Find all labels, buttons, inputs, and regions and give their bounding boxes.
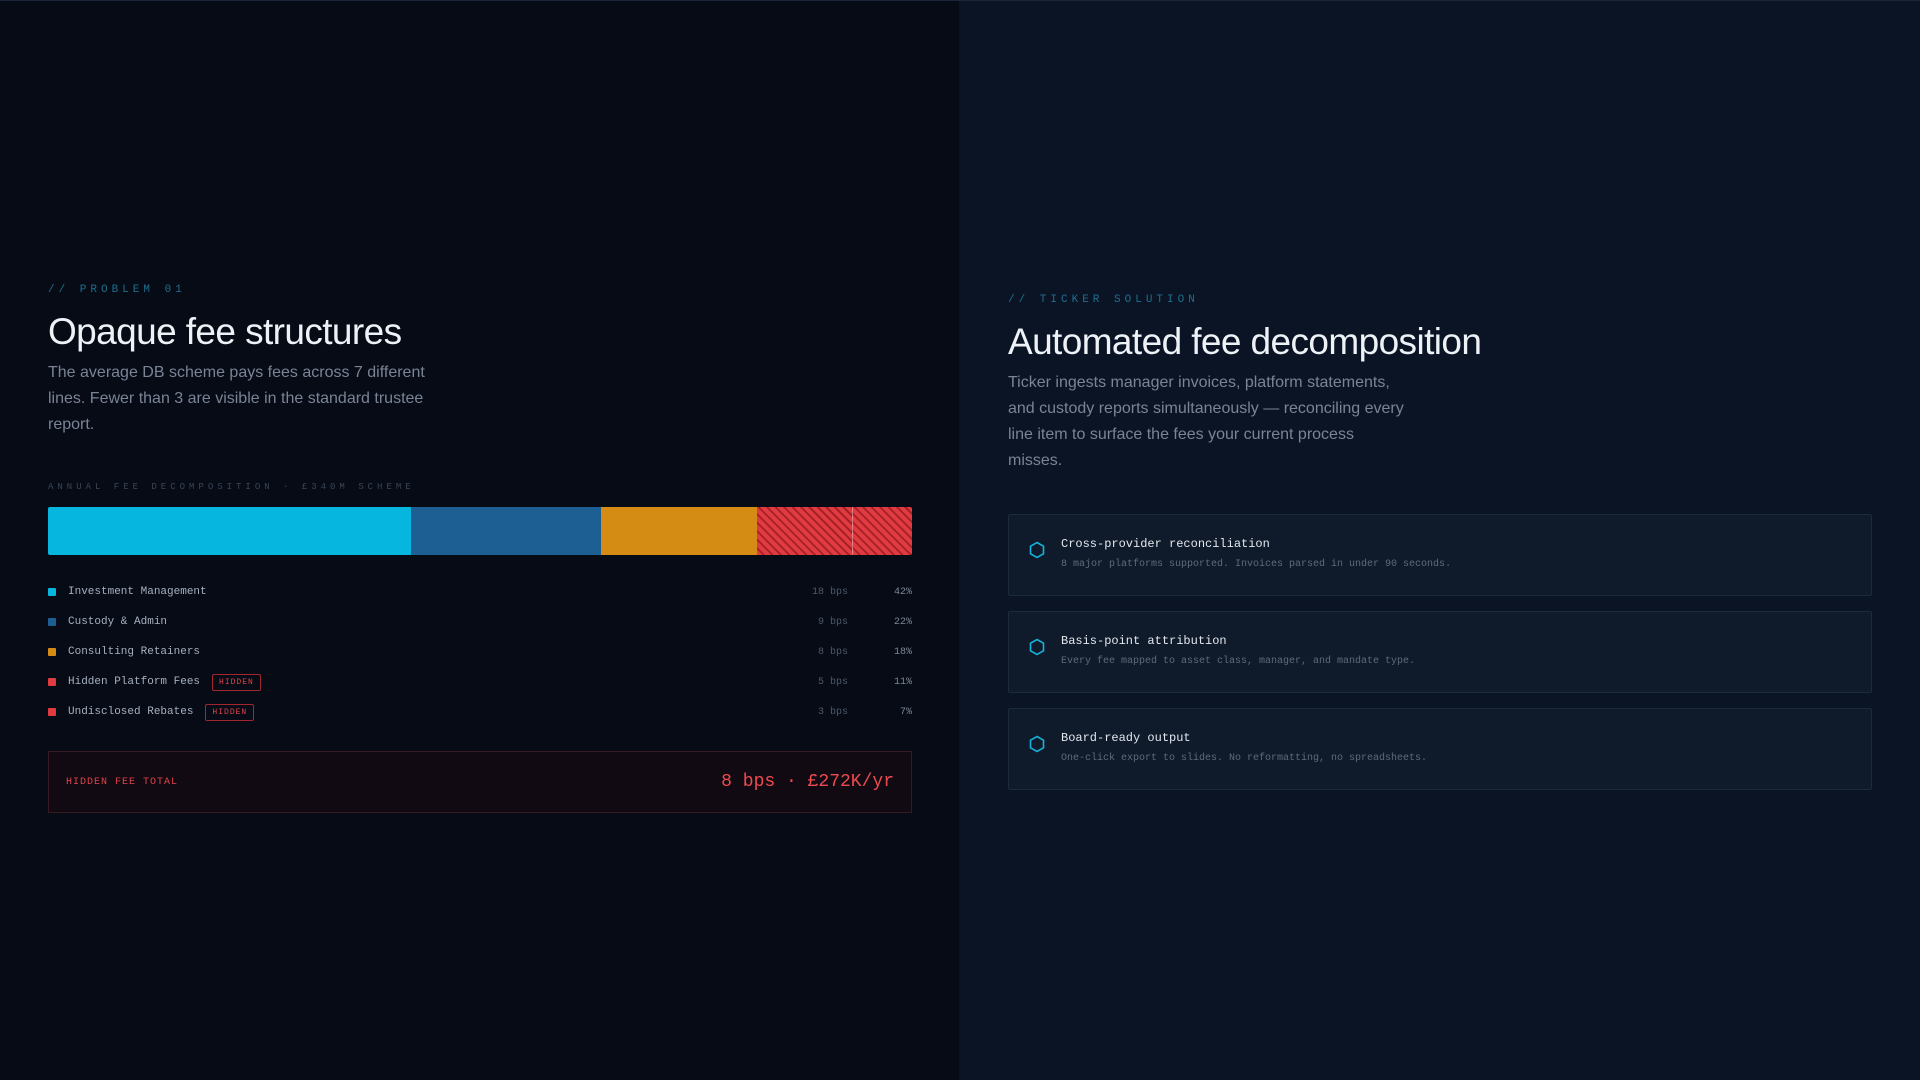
feature-card-description: Every fee mapped to asset class, manager…	[1061, 656, 1416, 667]
legend-label: Hidden Platform Fees	[68, 676, 201, 688]
legend-percent: 7%	[899, 706, 912, 718]
legend-row: Hidden Platform Fees HIDDEN 5 bps 11%	[48, 667, 912, 697]
solution-content: // TICKER SOLUTION Automated fee decompo…	[1008, 294, 1872, 805]
bar-segment-consulting-retainers	[601, 507, 757, 555]
problem-content: // PROBLEM 01 Opaque fee structures The …	[48, 284, 912, 813]
hidden-fee-total-box: HIDDEN FEE TOTAL 8 bps · £272K/yr	[48, 751, 912, 813]
legend-bps: 3 bps	[817, 706, 848, 718]
hidden-badge: HIDDEN	[212, 673, 261, 691]
legend-row: Custody & Admin 9 bps 22%	[48, 607, 912, 637]
fee-stacked-bar	[48, 507, 912, 555]
hidden-badge: HIDDEN	[205, 703, 255, 721]
chart-title: ANNUAL FEE DECOMPOSITION · £340M SCHEME	[48, 482, 415, 492]
feature-card-title: Board-ready output	[1061, 731, 1191, 745]
feature-card-title: Basis-point attribution	[1061, 634, 1227, 648]
feature-card-reconciliation: Cross-provider reconciliation 8 major pl…	[1008, 514, 1872, 596]
legend-swatch	[48, 678, 56, 686]
legend-row: Investment Management 18 bps 42%	[48, 577, 912, 607]
legend-percent: 22%	[893, 616, 912, 628]
legend-label: Undisclosed Rebates	[68, 706, 194, 718]
legend-label: Investment Management	[68, 586, 207, 598]
problem-panel: // PROBLEM 01 Opaque fee structures The …	[0, 1, 959, 1080]
legend-bps: 9 bps	[817, 616, 848, 628]
legend-percent: 18%	[893, 646, 912, 658]
feature-card-description: 8 major platforms supported. Invoices pa…	[1061, 559, 1452, 570]
legend-bps: 18 bps	[811, 586, 848, 598]
solution-eyebrow: // TICKER SOLUTION	[1008, 294, 1199, 306]
solution-title: Automated fee decomposition	[1008, 321, 1482, 362]
hexagon-icon	[1029, 541, 1045, 559]
legend-row: Undisclosed Rebates HIDDEN 3 bps 7%	[48, 697, 912, 727]
feature-card-attribution: Basis-point attribution Every fee mapped…	[1008, 611, 1872, 693]
hidden-fee-total-label: HIDDEN FEE TOTAL	[66, 776, 179, 788]
legend-percent: 42%	[893, 586, 912, 598]
solution-description: Ticker ingests manager invoices, platfor…	[1008, 374, 1404, 469]
legend-row: Consulting Retainers 8 bps 18%	[48, 637, 912, 667]
feature-cards: Cross-provider reconciliation 8 major pl…	[1008, 514, 1872, 790]
hexagon-icon	[1029, 638, 1045, 656]
legend-bps: 5 bps	[817, 676, 848, 688]
legend-swatch	[48, 648, 56, 656]
legend-bps: 8 bps	[817, 646, 848, 658]
bar-segment-undisclosed-rebates	[852, 507, 912, 555]
bar-segment-custody-admin	[411, 507, 601, 555]
problem-description: The average DB scheme pays fees across 7…	[48, 364, 425, 433]
feature-card-description: One-click export to slides. No reformatt…	[1061, 753, 1428, 764]
feature-card-output: Board-ready output One-click export to s…	[1008, 708, 1872, 790]
fee-legend: Investment Management 18 bps 42% Custody & …	[48, 577, 912, 727]
legend-label: Custody & Admin	[68, 616, 168, 628]
bar-segment-hidden-platform-fees	[757, 507, 852, 555]
feature-card-title: Cross-provider reconciliation	[1061, 537, 1270, 551]
legend-percent: 11%	[893, 676, 912, 688]
hexagon-icon	[1029, 735, 1045, 753]
hidden-fee-total-value: 8 bps · £272K/yr	[721, 772, 894, 792]
problem-title: Opaque fee structures	[48, 311, 402, 352]
bar-segment-investment-management	[48, 507, 411, 555]
legend-label: Consulting Retainers	[68, 646, 201, 658]
legend-swatch	[48, 618, 56, 626]
problem-eyebrow: // PROBLEM 01	[48, 284, 186, 296]
legend-swatch	[48, 588, 56, 596]
legend-swatch	[48, 708, 56, 716]
